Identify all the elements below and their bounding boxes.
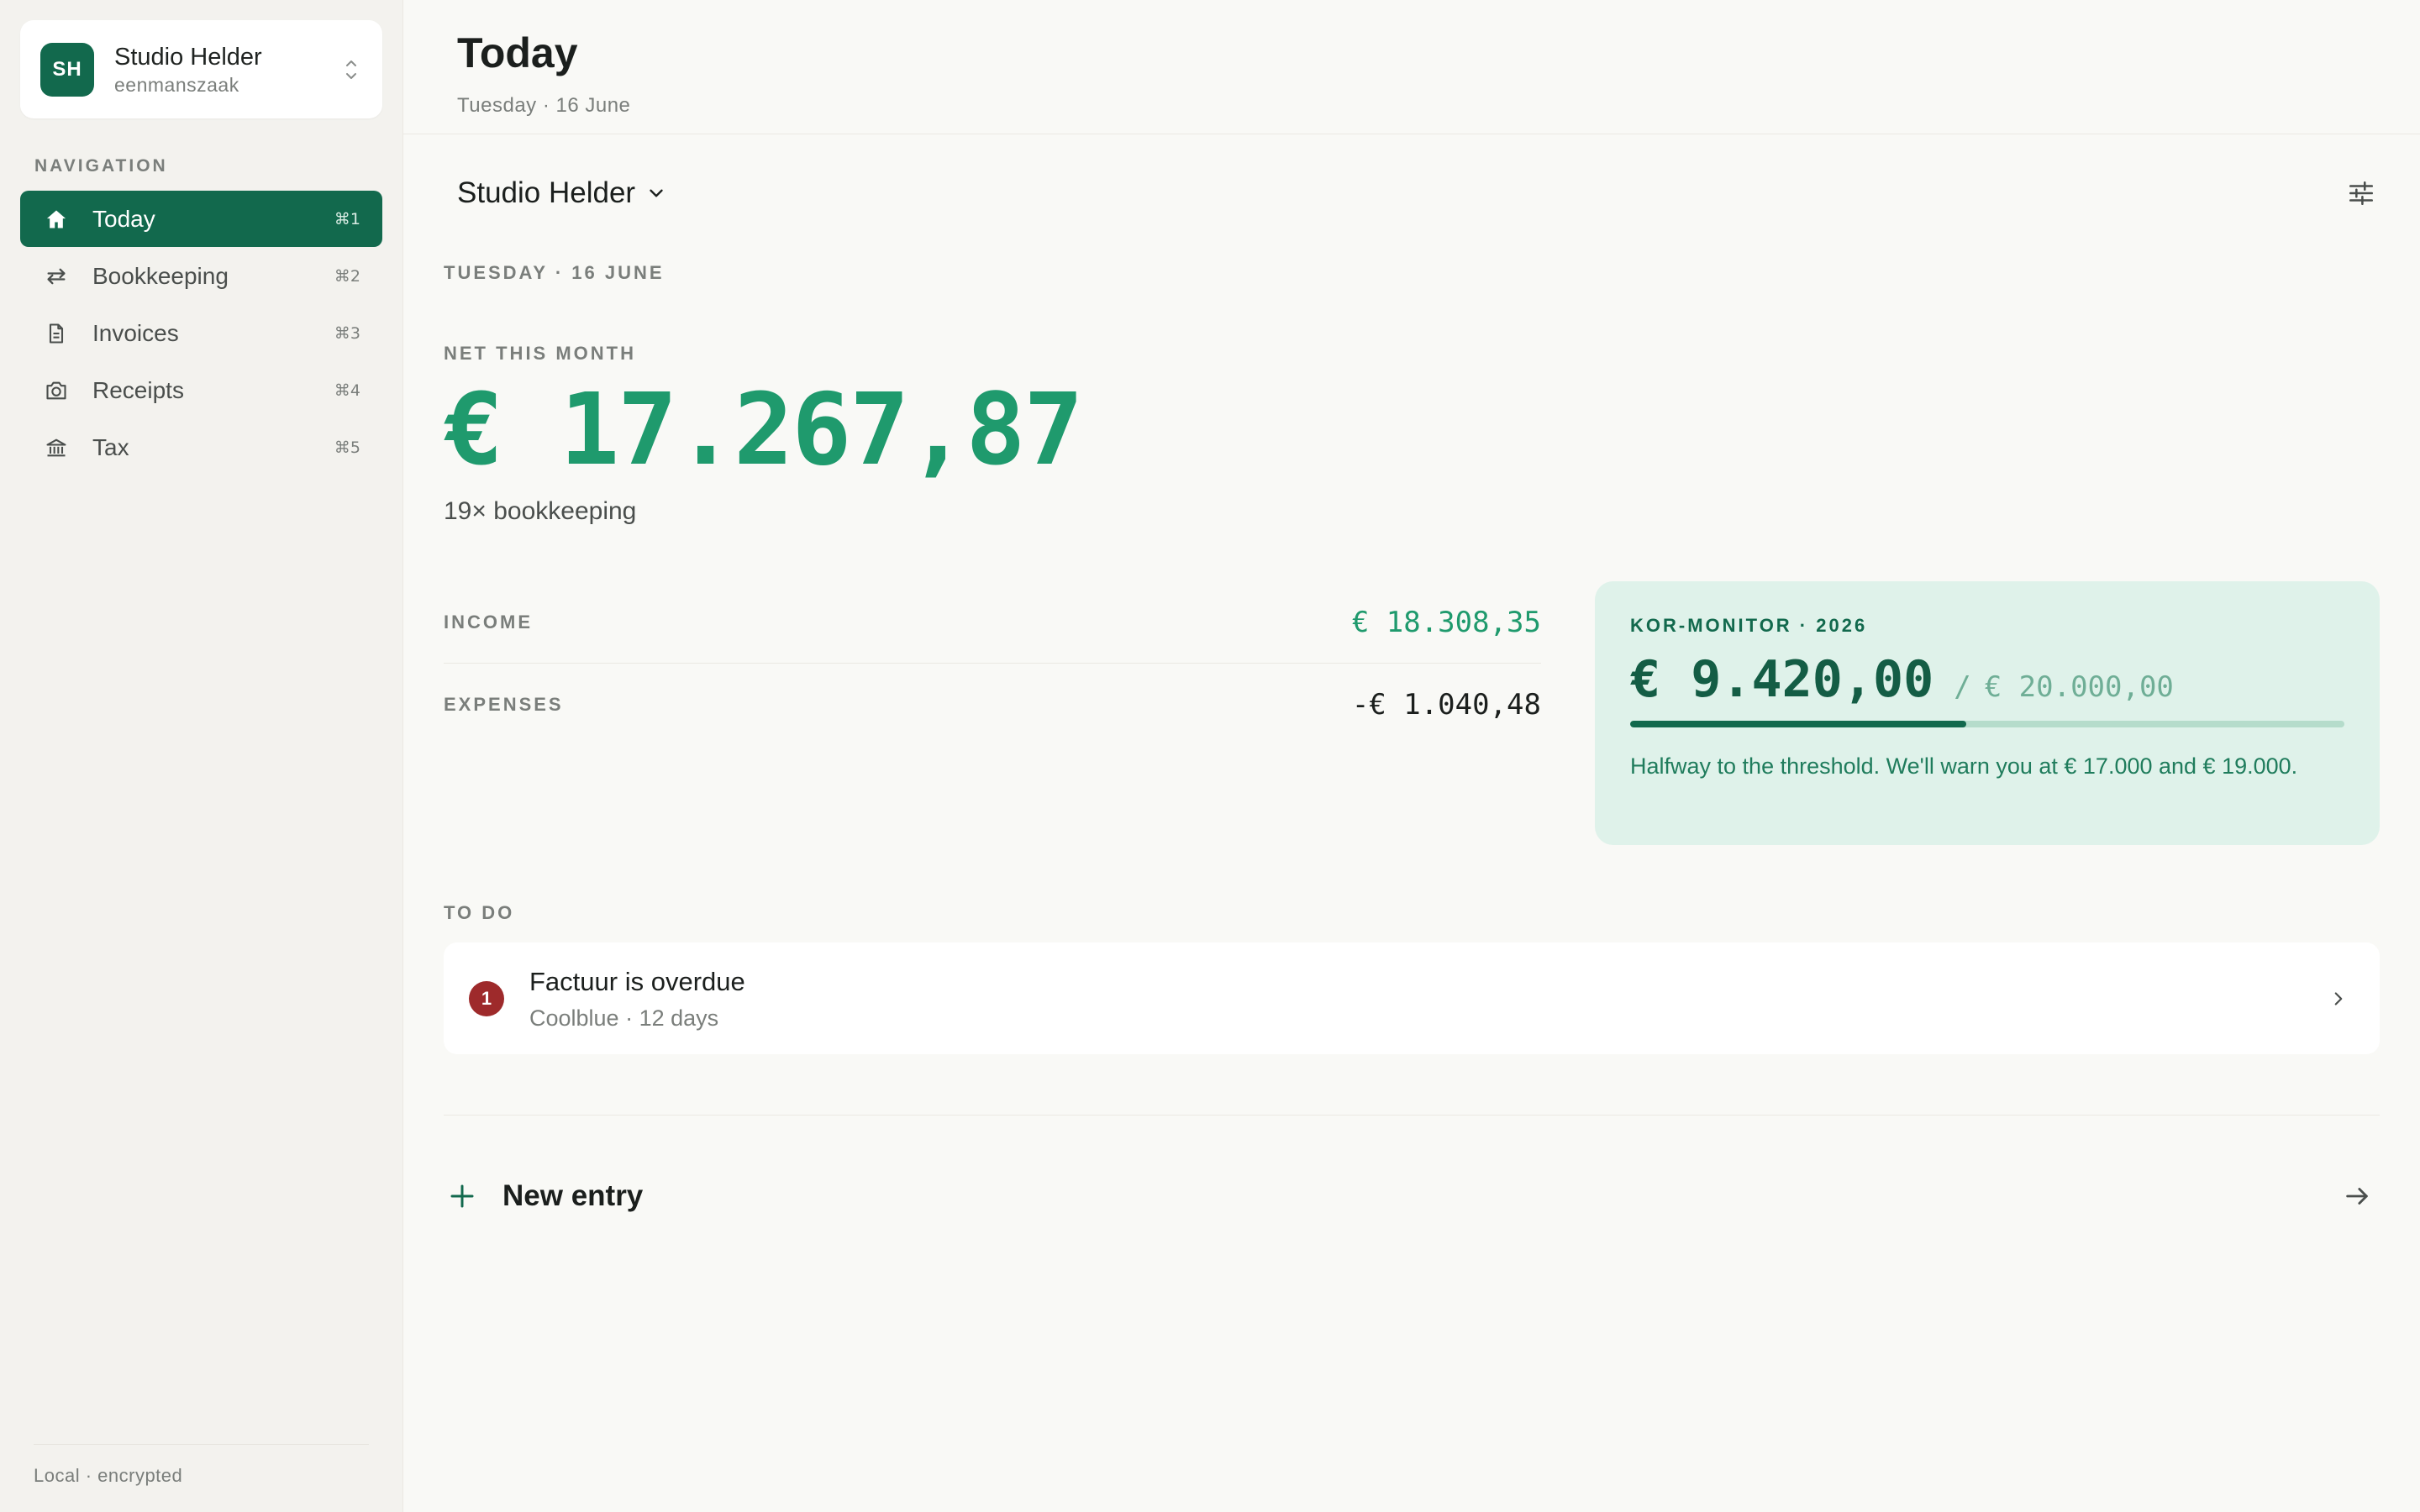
kor-progress-bar: [1630, 721, 2344, 727]
org-text: Studio Helder eenmanszaak: [114, 42, 340, 97]
camera-icon: [44, 378, 69, 403]
main-content: Today Tuesday · 16 June Studio Helder TU…: [403, 0, 2420, 1512]
sidebar-item-label: Invoices: [92, 319, 179, 346]
sidebar: SH Studio Helder eenmanszaak NAVIGATION …: [0, 0, 403, 1512]
page-title: Today: [457, 29, 578, 76]
income-value: € 18.308,35: [1351, 605, 1541, 639]
home-icon: [44, 207, 69, 232]
new-entry-label: New entry: [502, 1179, 644, 1212]
sidebar-item-label: Today: [92, 205, 155, 232]
org-type: eenmanszaak: [114, 73, 239, 96]
kor-monitor-card: KOR-MONITOR · 2026 € 9.420,00 / € 20.000…: [1595, 581, 2380, 845]
chevron-right-icon: [2334, 991, 2343, 1005]
document-icon: [44, 321, 69, 346]
todo-heading: TO DO: [444, 902, 515, 923]
page-subtitle: Tuesday · 16 June: [457, 94, 631, 117]
sliders-icon: [2349, 181, 2374, 206]
sidebar-item-shortcut: ⌘3: [334, 323, 360, 343]
expenses-value: -€ 1.040,48: [1351, 688, 1541, 722]
kor-note: Halfway to the threshold. We'll warn you…: [1630, 753, 2298, 779]
income-label: INCOME: [444, 611, 533, 633]
sidebar-item-tax[interactable]: Tax ⌘5: [20, 419, 382, 475]
sidebar-item-shortcut: ⌘2: [334, 266, 360, 286]
ledger-row-expenses: EXPENSES -€ 1.040,48: [444, 664, 1541, 746]
workspace-select[interactable]: Studio Helder: [457, 176, 667, 210]
sidebar-item-label: Bookkeeping: [92, 262, 229, 289]
sidebar-item-bookkeeping[interactable]: Bookkeeping ⌘2: [20, 248, 382, 304]
page-header: Today Tuesday · 16 June: [403, 0, 2420, 134]
kor-label: KOR-MONITOR · 2026: [1630, 615, 1868, 636]
todo-text: Factuur is overdue Coolblue · 12 days: [529, 965, 2328, 1032]
expenses-label: EXPENSES: [444, 694, 564, 715]
date-caption: TUESDAY · 16 JUNE: [444, 262, 665, 283]
sidebar-item-receipts[interactable]: Receipts ⌘4: [20, 362, 382, 418]
kor-limit: € 20.000,00: [1984, 670, 2174, 704]
org-switcher[interactable]: SH Studio Helder eenmanszaak: [20, 20, 382, 118]
workspace-select-label: Studio Helder: [457, 176, 636, 209]
toolbar: Studio Helder: [403, 134, 2420, 252]
bank-icon: [44, 435, 69, 460]
todo-item[interactable]: 1 Factuur is overdue Coolblue · 12 days: [444, 942, 2380, 1054]
arrow-right-icon: [2346, 1188, 2368, 1205]
ledger-summary: INCOME € 18.308,35 EXPENSES -€ 1.040,48: [444, 581, 1541, 845]
sidebar-item-shortcut: ⌘4: [334, 381, 360, 400]
plus-icon: [450, 1184, 474, 1208]
today-content: TUESDAY · 16 JUNE NET THIS MONTH € 17.26…: [403, 262, 2420, 1277]
nav-heading: NAVIGATION: [34, 156, 168, 176]
chevron-up-down-icon: [346, 60, 356, 79]
net-value: € 17.267,87: [444, 371, 1083, 487]
sidebar-footer: Local · encrypted: [34, 1444, 369, 1487]
sidebar-item-label: Receipts: [92, 376, 184, 403]
sidebar-item-label: Tax: [92, 433, 129, 460]
net-subtext: 19× bookkeeping: [444, 497, 637, 525]
sidebar-item-shortcut: ⌘1: [334, 209, 360, 228]
chevron-down-icon: [650, 189, 663, 197]
net-label: NET THIS MONTH: [444, 343, 636, 364]
kor-separator: /: [1954, 670, 1971, 704]
org-avatar: SH: [40, 42, 94, 97]
stats-row: INCOME € 18.308,35 EXPENSES -€ 1.040,48 …: [444, 581, 2380, 845]
arrows-exchange-icon: [44, 264, 69, 289]
sidebar-item-invoices[interactable]: Invoices ⌘3: [20, 305, 382, 361]
sidebar-item-today[interactable]: Today ⌘1: [20, 191, 382, 247]
new-entry-button[interactable]: New entry: [444, 1116, 2380, 1277]
sidebar-item-shortcut: ⌘5: [334, 438, 360, 457]
todo-title: Factuur is overdue: [529, 967, 745, 996]
todo-count-badge: 1: [469, 980, 504, 1016]
sidebar-nav: Today ⌘1 Bookkeeping ⌘2 Invoices ⌘3 Rece…: [20, 191, 382, 475]
kor-progress-fill: [1630, 721, 1967, 727]
org-name: Studio Helder: [114, 43, 262, 71]
kor-current: € 9.420,00: [1630, 650, 1934, 709]
filter-settings-button[interactable]: [2344, 176, 2378, 210]
ledger-row-income: INCOME € 18.308,35: [444, 581, 1541, 664]
todo-subtitle: Coolblue · 12 days: [529, 1005, 719, 1031]
kor-amounts: € 9.420,00 / € 20.000,00: [1630, 650, 2344, 709]
